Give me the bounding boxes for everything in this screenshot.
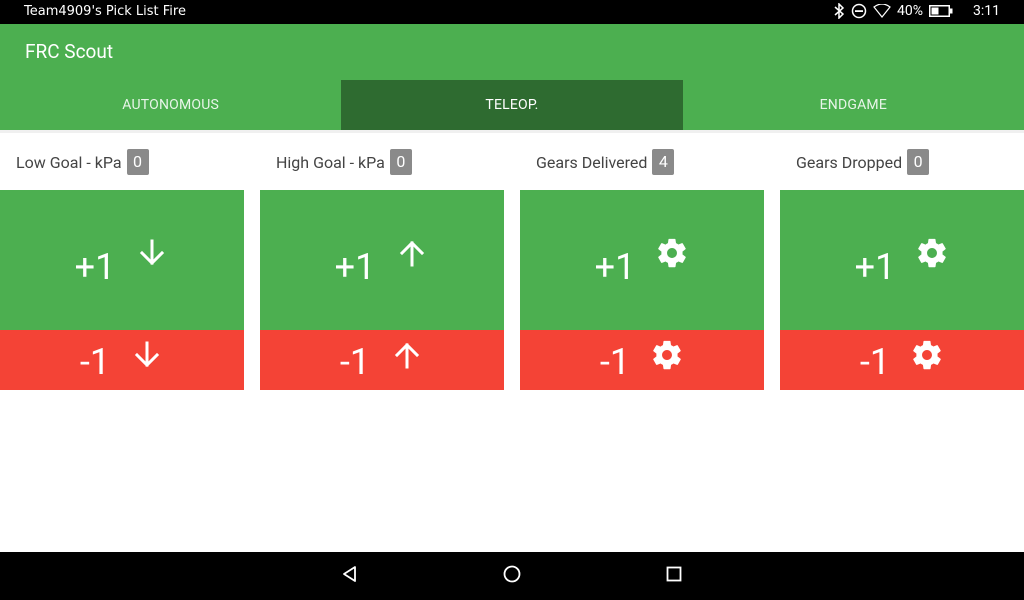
increment-label: +1: [74, 246, 116, 288]
status-icons: 40% 3:11: [833, 3, 1000, 19]
navigation-bar: [0, 552, 1024, 600]
increment-button[interactable]: +1: [260, 190, 504, 330]
clock: 3:11: [973, 3, 1000, 19]
counter-label: Gears Dropped: [796, 152, 903, 172]
tab-autonomous[interactable]: AUTONOMOUS: [0, 80, 341, 130]
arrow-down-icon: [135, 236, 169, 270]
notification-text: Team4909's Pick List Fire: [24, 4, 186, 19]
divider: [0, 130, 1024, 133]
counter-high-goal: High Goal - kPa 0 +1 -1: [260, 134, 504, 390]
home-button[interactable]: [500, 564, 524, 588]
decrement-label: -1: [339, 341, 371, 383]
decrement-button[interactable]: -1: [780, 330, 1024, 390]
counter-label: Gears Delivered: [536, 152, 648, 172]
counter-gears-dropped: Gears Dropped 0 +1 -1: [780, 134, 1024, 390]
gear-icon: [915, 236, 949, 270]
back-button[interactable]: [338, 564, 362, 588]
count-badge: 0: [389, 149, 412, 175]
counter-label: Low Goal - kPa: [16, 152, 122, 172]
home-icon: [502, 564, 522, 588]
tab-bar: AUTONOMOUS TELEOP. ENDGAME: [0, 80, 1024, 130]
back-icon: [340, 564, 360, 588]
increment-button[interactable]: +1: [0, 190, 244, 330]
app-bar: FRC Scout AUTONOMOUS TELEOP. ENDGAME: [0, 24, 1024, 130]
arrow-up-icon: [390, 338, 424, 372]
counter-header: High Goal - kPa 0: [276, 148, 412, 176]
count-badge: 4: [652, 149, 675, 175]
do-not-disturb-icon: [851, 3, 867, 19]
recents-icon: [664, 564, 684, 588]
increment-button[interactable]: +1: [520, 190, 764, 330]
battery-percent: 40%: [897, 3, 923, 19]
counter-label: High Goal - kPa: [276, 152, 385, 172]
counter-grid: Low Goal - kPa 0 +1 -1 High Goal - kPa 0…: [0, 134, 1024, 552]
decrement-button[interactable]: -1: [260, 330, 504, 390]
counter-gears-delivered: Gears Delivered 4 +1 -1: [520, 134, 764, 390]
counter-header: Gears Dropped 0: [796, 148, 930, 176]
battery-icon: [929, 5, 953, 17]
tab-teleop[interactable]: TELEOP.: [341, 80, 683, 130]
decrement-label: -1: [79, 341, 111, 383]
counter-header: Gears Delivered 4: [536, 148, 675, 176]
count-badge: 0: [126, 149, 149, 175]
arrow-down-icon: [130, 338, 164, 372]
arrow-up-icon: [395, 236, 429, 270]
decrement-button[interactable]: -1: [0, 330, 244, 390]
gear-icon: [650, 338, 684, 372]
status-bar: Team4909's Pick List Fire 40% 3:11: [0, 0, 1024, 24]
increment-label: +1: [854, 246, 896, 288]
bluetooth-icon: [833, 3, 845, 19]
count-badge: 0: [907, 149, 930, 175]
tab-endgame[interactable]: ENDGAME: [683, 80, 1024, 130]
counter-low-goal: Low Goal - kPa 0 +1 -1: [0, 134, 244, 390]
recents-button[interactable]: [662, 564, 686, 588]
increment-label: +1: [594, 246, 636, 288]
decrement-button[interactable]: -1: [520, 330, 764, 390]
wifi-icon: [873, 4, 891, 18]
app-title: FRC Scout: [25, 40, 114, 63]
increment-button[interactable]: +1: [780, 190, 1024, 330]
increment-label: +1: [334, 246, 376, 288]
gear-icon: [655, 236, 689, 270]
counter-header: Low Goal - kPa 0: [16, 148, 149, 176]
decrement-label: -1: [599, 341, 631, 383]
gear-icon: [910, 338, 944, 372]
decrement-label: -1: [859, 341, 891, 383]
